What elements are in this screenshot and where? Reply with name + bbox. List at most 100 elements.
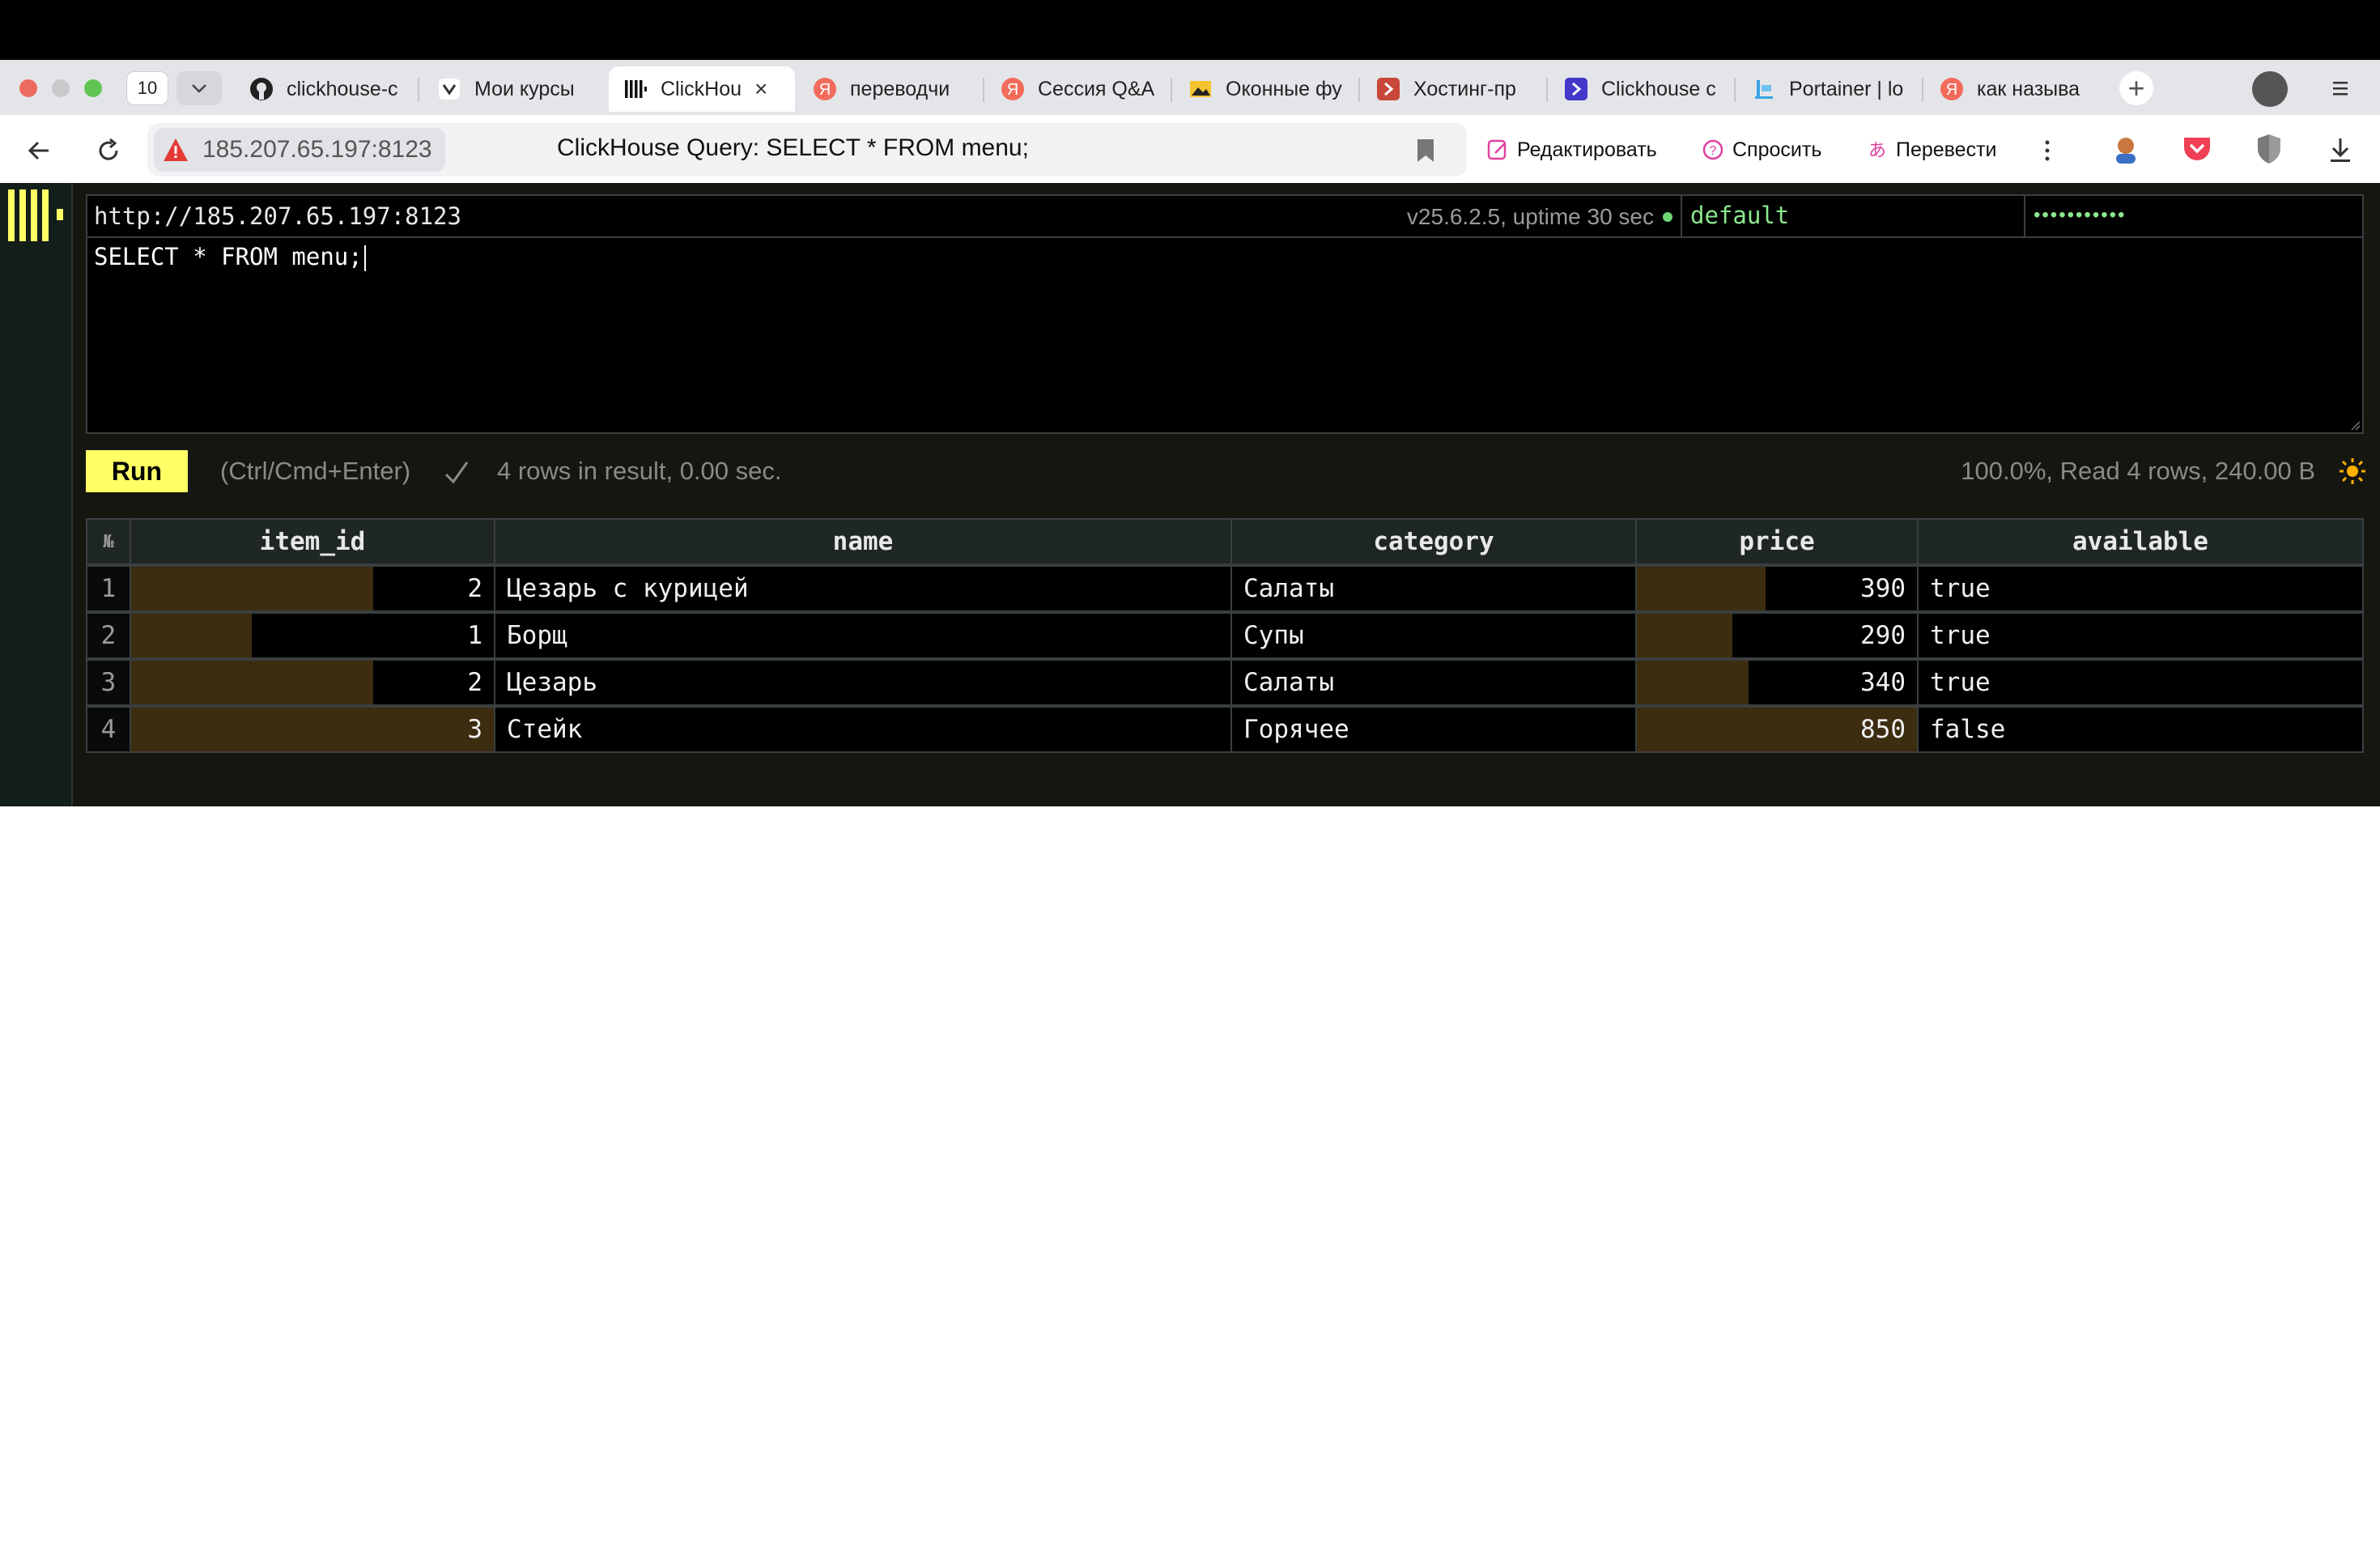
- table-cell-item-id[interactable]: 2: [130, 565, 495, 612]
- blank-page-area: [0, 806, 2380, 1548]
- cell-value: Горячее: [1243, 715, 1349, 744]
- theme-toggle-sun-icon[interactable]: [2338, 457, 2367, 486]
- back-button[interactable]: [24, 136, 53, 165]
- column-header-name[interactable]: name: [494, 518, 1232, 565]
- edit-label: Редактировать: [1517, 138, 1657, 161]
- more-actions-icon[interactable]: [2042, 136, 2053, 165]
- tab-separator: [1358, 78, 1360, 102]
- translate-button[interactable]: あ Перевести: [1865, 128, 1997, 172]
- edit-button[interactable]: Редактировать: [1486, 128, 1657, 172]
- tab-label: Clickhouse c: [1601, 77, 1716, 100]
- tab-separator: [983, 78, 984, 102]
- tab-3-active[interactable]: ClickHou ×: [609, 66, 795, 112]
- server-url-input[interactable]: http://185.207.65.197:8123: [94, 202, 461, 230]
- shield-icon[interactable]: [2255, 133, 2283, 165]
- hosting-icon: [1376, 77, 1400, 101]
- table-cell-name[interactable]: Цезарь: [494, 659, 1232, 706]
- ask-button[interactable]: ? Спросить: [1702, 128, 1821, 172]
- cell-value: Борщ: [507, 621, 567, 650]
- run-shortcut-hint: (Ctrl/Cmd+Enter): [220, 457, 411, 485]
- github-icon: [249, 77, 274, 101]
- value-bar: [1637, 567, 1766, 610]
- yandex-icon: Я: [1940, 77, 1964, 101]
- extension-avatar-icon[interactable]: [2110, 133, 2142, 165]
- tab-5[interactable]: Я Сессия Q&A: [1001, 66, 1159, 112]
- tab-2[interactable]: Мои курсы: [437, 66, 596, 112]
- resize-handle-icon[interactable]: [2348, 418, 2361, 431]
- table-cell-available[interactable]: false: [1917, 706, 2364, 753]
- table-cell-category[interactable]: Горячее: [1230, 706, 1637, 753]
- tab-label: Оконные фу: [1226, 77, 1342, 100]
- hamburger-menu-icon[interactable]: [2328, 76, 2352, 100]
- course-icon: [437, 77, 461, 101]
- table-cell-name[interactable]: Борщ: [494, 612, 1232, 659]
- row-number: 4: [86, 706, 131, 753]
- svg-text:Я: Я: [1007, 81, 1018, 99]
- table-cell-available[interactable]: true: [1917, 612, 2364, 659]
- query-editor[interactable]: SELECT * FROM menu;: [94, 243, 366, 271]
- tab-separator: [418, 78, 419, 102]
- table-cell-item-id[interactable]: 1: [130, 612, 495, 659]
- table-cell-price[interactable]: 850: [1635, 706, 1919, 753]
- table-cell-name[interactable]: Стейк: [494, 706, 1232, 753]
- table-cell-price[interactable]: 340: [1635, 659, 1919, 706]
- tab-label: Мои курсы: [474, 77, 575, 100]
- value-bar: [1637, 661, 1749, 704]
- minimize-window-button[interactable]: [52, 79, 70, 97]
- table-cell-item-id[interactable]: 2: [130, 659, 495, 706]
- address-host[interactable]: 185.207.65.197:8123: [154, 128, 445, 172]
- table-cell-price[interactable]: 390: [1635, 565, 1919, 612]
- table-cell-available[interactable]: true: [1917, 565, 2364, 612]
- column-header-price[interactable]: price: [1635, 518, 1919, 565]
- zoom-window-button[interactable]: [84, 79, 102, 97]
- screen-top-bar: [0, 0, 2380, 60]
- reload-button[interactable]: [94, 136, 123, 165]
- table-cell-category[interactable]: Салаты: [1230, 565, 1637, 612]
- row-number: 3: [86, 659, 131, 706]
- tab-label: переводчи: [850, 77, 950, 100]
- tab-count-badge[interactable]: 10: [126, 71, 168, 105]
- page-title: ClickHouse Query: SELECT * FROM menu;: [557, 134, 1029, 161]
- close-window-button[interactable]: [19, 79, 37, 97]
- table-cell-category[interactable]: Супы: [1230, 612, 1637, 659]
- tab-8[interactable]: Clickhouse c: [1564, 66, 1723, 112]
- password-input[interactable]: •••••••••••: [2024, 194, 2364, 236]
- table-cell-price[interactable]: 290: [1635, 612, 1919, 659]
- cell-value: true: [1930, 668, 1991, 697]
- tab-list-dropdown[interactable]: [176, 71, 222, 105]
- tab-4[interactable]: Я переводчи: [813, 66, 971, 112]
- tab-label: как называ: [1977, 77, 2080, 100]
- cell-value: 2: [467, 574, 482, 603]
- column-header-available[interactable]: available: [1917, 518, 2364, 565]
- close-tab-icon[interactable]: ×: [754, 76, 767, 102]
- run-button[interactable]: Run: [86, 450, 188, 492]
- tab-separator: [1922, 78, 1923, 102]
- tab-1[interactable]: clickhouse-c: [249, 66, 408, 112]
- tab-6[interactable]: Оконные фу: [1188, 66, 1347, 112]
- edit-icon: [1487, 139, 1507, 160]
- tab-label: Portainer | lo: [1789, 77, 1904, 100]
- table-cell-name[interactable]: Цезарь с курицей: [494, 565, 1232, 612]
- row-number: 2: [86, 612, 131, 659]
- bookmark-icon[interactable]: [1415, 138, 1436, 164]
- table-cell-item-id[interactable]: 3: [130, 706, 495, 753]
- svg-text:Я: Я: [1946, 81, 1957, 99]
- pocket-icon[interactable]: [2181, 134, 2213, 164]
- row-number: 1: [86, 565, 131, 612]
- column-header-item-id[interactable]: item_id: [130, 518, 495, 565]
- tab-7[interactable]: Хостинг-пр: [1376, 66, 1535, 112]
- arrow-icon: [1564, 77, 1588, 101]
- column-header-category[interactable]: category: [1230, 518, 1637, 565]
- download-icon[interactable]: [2328, 136, 2352, 164]
- table-cell-category[interactable]: Салаты: [1230, 659, 1637, 706]
- tab-10[interactable]: Я как называ: [1940, 66, 2098, 112]
- app-left-bar: [0, 183, 73, 806]
- tab-9[interactable]: Portainer | lo: [1752, 66, 1910, 112]
- table-cell-available[interactable]: true: [1917, 659, 2364, 706]
- user-input[interactable]: default: [1681, 194, 2024, 236]
- profile-avatar[interactable]: [2252, 71, 2288, 107]
- cell-value: Стейк: [507, 715, 583, 744]
- back-arrow-icon: [28, 141, 49, 160]
- new-tab-button[interactable]: +: [2119, 71, 2153, 105]
- chevron-down-icon: [192, 84, 206, 93]
